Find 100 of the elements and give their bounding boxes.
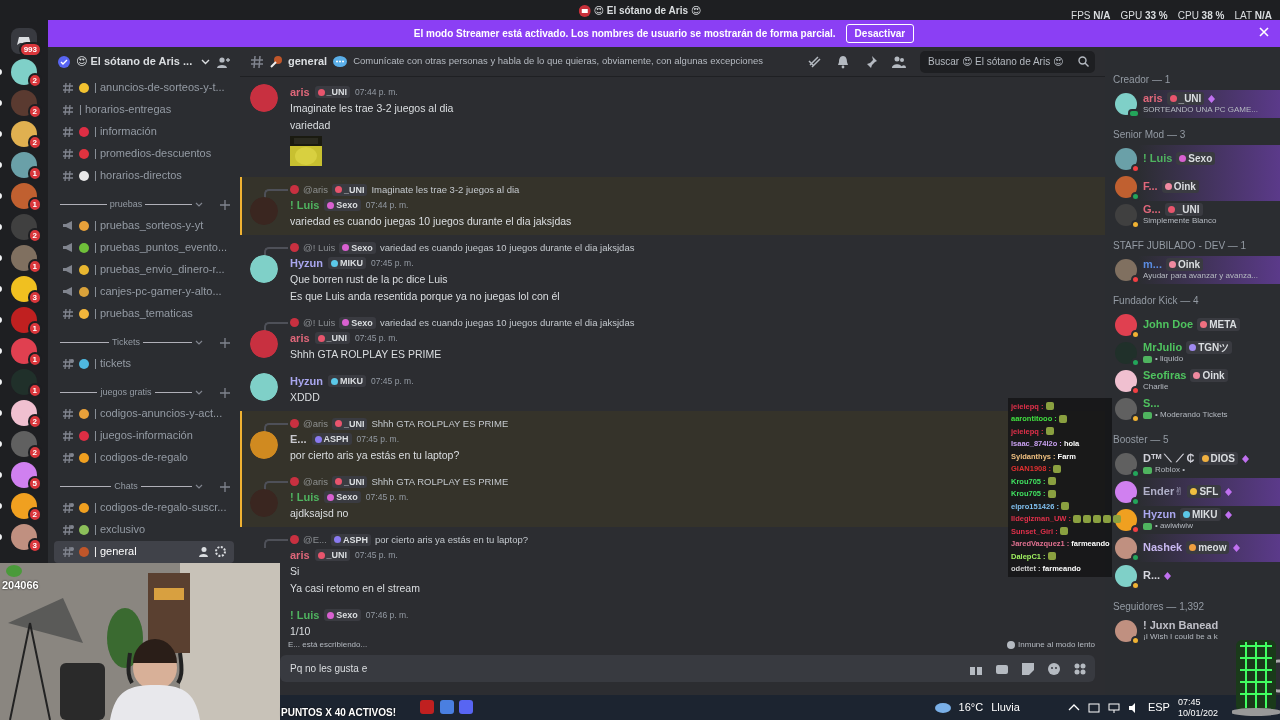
- avatar[interactable]: [1115, 203, 1137, 226]
- member-name[interactable]: G...: [1143, 203, 1161, 217]
- channel-item[interactable]: | horarios-entregas: [54, 98, 234, 121]
- avatar[interactable]: [1115, 369, 1137, 392]
- channel-item[interactable]: | horarios-directos: [54, 164, 234, 187]
- author-name[interactable]: aris: [290, 84, 310, 101]
- member-name[interactable]: ! Luis: [1143, 152, 1173, 166]
- reply-author[interactable]: @! Luis: [303, 315, 336, 330]
- emoji-icon[interactable]: [1047, 661, 1061, 676]
- avatar[interactable]: [250, 431, 278, 460]
- member-nameplate[interactable]: aris _UNI SORTEANDO UNA PC GAME...: [1113, 89, 1280, 118]
- reply-author[interactable]: @! Luis: [303, 240, 336, 255]
- avatar[interactable]: [1115, 92, 1137, 115]
- author-name[interactable]: aris: [290, 330, 310, 347]
- member-nameplate[interactable]: Ender✌ SFL: [1113, 477, 1280, 506]
- avatar[interactable]: [250, 373, 278, 402]
- author-name[interactable]: Hyzun: [290, 255, 323, 272]
- channel-item[interactable]: | codigos-anuncios-y-act...: [54, 402, 234, 425]
- deactivate-button[interactable]: Desactivar: [845, 23, 915, 43]
- category-name[interactable]: juegos gratis: [100, 385, 152, 400]
- add-icon[interactable]: [220, 481, 230, 492]
- threads-icon[interactable]: [808, 54, 822, 69]
- add-icon[interactable]: [220, 387, 230, 398]
- author-name[interactable]: Hyzun: [290, 373, 323, 390]
- member-name[interactable]: Seofiras: [1143, 369, 1187, 383]
- member-name[interactable]: S...: [1143, 397, 1160, 411]
- bell-icon[interactable]: [836, 54, 850, 69]
- reply-text[interactable]: Imaginate les trae 3-2 juegos al dia: [371, 182, 520, 197]
- reply-author[interactable]: @aris: [303, 416, 328, 431]
- close-icon[interactable]: [1258, 26, 1270, 38]
- avatar[interactable]: [250, 255, 278, 284]
- member-name[interactable]: F...: [1143, 180, 1158, 194]
- reply-text[interactable]: variedad es cuando juegas 10 juegos durante el dia jaksjdas: [379, 315, 635, 330]
- reply-author[interactable]: @aris: [303, 182, 328, 197]
- reply-author[interactable]: @aris: [303, 474, 328, 489]
- member-name[interactable]: Nashek: [1143, 541, 1183, 555]
- message-input[interactable]: Pq no les gusta e: [288, 660, 957, 678]
- channel-item[interactable]: | general: [54, 540, 234, 563]
- channel-item[interactable]: | pruebas_envio_dinero-r...: [54, 258, 234, 281]
- member-name[interactable]: Ender✌: [1143, 485, 1184, 499]
- avatar[interactable]: [1115, 147, 1137, 170]
- channel-item[interactable]: | codigos-de-regalo-suscr...: [54, 496, 234, 519]
- add-person-icon[interactable]: [216, 55, 230, 68]
- channel-item[interactable]: | exclusivo: [54, 518, 234, 541]
- reply-text[interactable]: Shhh GTA ROLPLAY ES PRIME: [371, 474, 509, 489]
- channel-item[interactable]: | información: [54, 120, 234, 143]
- category-name[interactable]: Chats: [114, 479, 138, 494]
- member-nameplate[interactable]: m... Oink Ayudar para avanzar y avanza...: [1113, 255, 1280, 284]
- avatar[interactable]: [1115, 536, 1137, 559]
- channel-item[interactable]: | tickets: [54, 352, 234, 375]
- member-name[interactable]: Hyzun: [1143, 508, 1176, 522]
- clock-time[interactable]: 07:45: [1177, 696, 1218, 708]
- avatar[interactable]: [1115, 397, 1137, 420]
- add-icon[interactable]: [220, 337, 230, 348]
- channel-item[interactable]: | promedios-descuentos: [54, 142, 234, 165]
- member-name[interactable]: m...: [1143, 258, 1162, 272]
- channel-item[interactable]: | pruebas_tematicas: [54, 302, 234, 325]
- cloud-icon[interactable]: [934, 701, 951, 714]
- author-name[interactable]: ! Luis: [290, 489, 320, 506]
- channel-item[interactable]: | pruebas_sorteos-y-yt: [54, 214, 234, 237]
- author-name[interactable]: E...: [290, 431, 307, 448]
- search-icon[interactable]: [1078, 56, 1089, 67]
- search-field[interactable]: Buscar 😍 El sótano de Aris 😍: [926, 53, 1074, 70]
- category-name[interactable]: Tickets: [111, 335, 141, 350]
- member-name[interactable]: MrJulio: [1143, 341, 1183, 355]
- channel-item[interactable]: | juegos-información: [54, 424, 234, 447]
- avatar[interactable]: [1115, 564, 1137, 587]
- clock-date[interactable]: 10/01/202: [1177, 707, 1218, 719]
- add-icon[interactable]: [220, 199, 230, 210]
- avatar[interactable]: [1115, 313, 1137, 336]
- language-indicator[interactable]: ESP: [1147, 699, 1170, 716]
- member-name[interactable]: ! Juxn Banead: [1143, 619, 1219, 633]
- reply-text[interactable]: variedad es cuando juegas 10 juegos durante el dia jaksjdas: [379, 240, 635, 255]
- invite-icon[interactable]: [199, 546, 210, 558]
- author-name[interactable]: ! Luis: [290, 197, 320, 214]
- channel-item[interactable]: | codigos-de-regalo: [54, 446, 234, 469]
- author-name[interactable]: ! Luis: [290, 607, 320, 624]
- tray-icon[interactable]: [1087, 701, 1100, 714]
- members-icon[interactable]: [892, 54, 906, 69]
- reply-text[interactable]: Shhh GTA ROLPLAY ES PRIME: [371, 416, 509, 431]
- monitor-icon[interactable]: [1107, 701, 1120, 714]
- avatar[interactable]: [1115, 508, 1137, 531]
- author-name[interactable]: aris: [290, 547, 310, 564]
- avatar[interactable]: [1115, 480, 1137, 503]
- apps-icon[interactable]: [1073, 661, 1087, 676]
- search-bar[interactable]: Buscar 😍 El sótano de Aris 😍: [920, 50, 1095, 73]
- member-name[interactable]: aris: [1143, 92, 1163, 106]
- settings-icon[interactable]: [215, 546, 226, 558]
- avatar[interactable]: [1115, 341, 1137, 364]
- category-name[interactable]: pruebas: [109, 197, 143, 212]
- member-nameplate[interactable]: F... Oink: [1113, 172, 1280, 201]
- avatar[interactable]: [1115, 175, 1137, 198]
- avatar[interactable]: [1115, 619, 1137, 642]
- channel-item[interactable]: | canjes-pc-gamer-y-alto...: [54, 280, 234, 303]
- member-name[interactable]: John Doe: [1143, 318, 1194, 332]
- avatar[interactable]: [1115, 452, 1137, 475]
- member-nameplate[interactable]: Nashek meow: [1113, 533, 1280, 562]
- member-name[interactable]: R...: [1143, 569, 1161, 583]
- message-composer[interactable]: Pq no les gusta e: [280, 655, 1095, 682]
- app-icon[interactable]: [439, 700, 454, 714]
